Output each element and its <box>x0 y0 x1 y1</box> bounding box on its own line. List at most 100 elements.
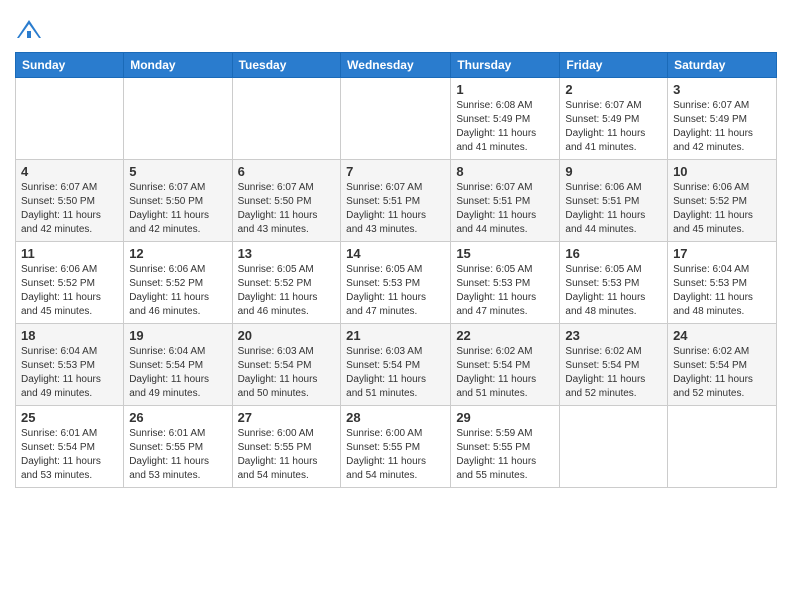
day-number: 10 <box>673 164 771 179</box>
calendar-cell <box>341 78 451 160</box>
calendar-day-header: Friday <box>560 53 668 78</box>
calendar-cell: 19 Sunrise: 6:04 AM Sunset: 5:54 PM Dayli… <box>124 324 232 406</box>
day-number: 15 <box>456 246 554 261</box>
calendar-table: SundayMondayTuesdayWednesdayThursdayFrid… <box>15 52 777 488</box>
day-info: Sunrise: 6:06 AM Sunset: 5:52 PM Dayligh… <box>673 181 771 237</box>
calendar-cell: 2Sunrise: 6:07 AM Sunset: 5:49 PM Daylig… <box>560 78 668 160</box>
day-info: Sunrise: 6:00 AM Sunset: 5:55 PM Dayligh… <box>238 427 336 483</box>
day-number: 4 <box>21 164 118 179</box>
calendar-week-row: 11 Sunrise: 6:06 AM Sunset: 5:52 PM Dayli… <box>16 242 777 324</box>
calendar-cell <box>668 406 777 488</box>
day-info: Sunrise: 6:06 AM Sunset: 5:51 PM Dayligh… <box>565 181 662 237</box>
day-number: 3 <box>673 82 771 97</box>
calendar-cell: 6 Sunrise: 6:07 AM Sunset: 5:50 PM Daylig… <box>232 160 341 242</box>
day-number: 24 <box>673 328 771 343</box>
calendar-cell: 25 Sunrise: 6:01 AM Sunset: 5:54 PM Dayli… <box>16 406 124 488</box>
day-info: Sunrise: 6:05 AM Sunset: 5:53 PM Dayligh… <box>565 263 662 319</box>
calendar-cell: 5 Sunrise: 6:07 AM Sunset: 5:50 PM Daylig… <box>124 160 232 242</box>
day-number: 22 <box>456 328 554 343</box>
day-number: 8 <box>456 164 554 179</box>
calendar-cell: 15 Sunrise: 6:05 AM Sunset: 5:53 PM Dayli… <box>451 242 560 324</box>
day-info: Sunrise: 6:02 AM Sunset: 5:54 PM Dayligh… <box>456 345 554 401</box>
day-number: 11 <box>21 246 118 261</box>
calendar-cell: 4 Sunrise: 6:07 AM Sunset: 5:50 PM Daylig… <box>16 160 124 242</box>
day-number: 2 <box>565 82 662 97</box>
day-info: Sunrise: 6:01 AM Sunset: 5:55 PM Dayligh… <box>129 427 226 483</box>
day-info: Sunrise: 6:04 AM Sunset: 5:53 PM Dayligh… <box>21 345 118 401</box>
calendar-week-row: 4 Sunrise: 6:07 AM Sunset: 5:50 PM Daylig… <box>16 160 777 242</box>
logo-icon <box>15 18 43 46</box>
calendar-cell: 13 Sunrise: 6:05 AM Sunset: 5:52 PM Dayli… <box>232 242 341 324</box>
calendar-cell: 9 Sunrise: 6:06 AM Sunset: 5:51 PM Daylig… <box>560 160 668 242</box>
calendar-cell: 24 Sunrise: 6:02 AM Sunset: 5:54 PM Dayli… <box>668 324 777 406</box>
day-info: Sunrise: 5:59 AM Sunset: 5:55 PM Dayligh… <box>456 427 554 483</box>
day-number: 19 <box>129 328 226 343</box>
day-number: 16 <box>565 246 662 261</box>
calendar-cell: 27Sunrise: 6:00 AM Sunset: 5:55 PM Dayli… <box>232 406 341 488</box>
page-header <box>15 10 777 46</box>
day-info: Sunrise: 6:07 AM Sunset: 5:50 PM Dayligh… <box>129 181 226 237</box>
calendar-cell: 22 Sunrise: 6:02 AM Sunset: 5:54 PM Dayli… <box>451 324 560 406</box>
day-number: 26 <box>129 410 226 425</box>
day-info: Sunrise: 6:07 AM Sunset: 5:50 PM Dayligh… <box>21 181 118 237</box>
calendar-cell <box>16 78 124 160</box>
calendar-cell <box>560 406 668 488</box>
calendar-day-header: Saturday <box>668 53 777 78</box>
day-number: 9 <box>565 164 662 179</box>
calendar-day-header: Tuesday <box>232 53 341 78</box>
day-number: 25 <box>21 410 118 425</box>
calendar-day-header: Thursday <box>451 53 560 78</box>
calendar-day-header: Sunday <box>16 53 124 78</box>
day-info: Sunrise: 6:05 AM Sunset: 5:53 PM Dayligh… <box>346 263 445 319</box>
day-info: Sunrise: 6:04 AM Sunset: 5:53 PM Dayligh… <box>673 263 771 319</box>
day-info: Sunrise: 6:02 AM Sunset: 5:54 PM Dayligh… <box>565 345 662 401</box>
day-number: 23 <box>565 328 662 343</box>
calendar-cell: 12Sunrise: 6:06 AM Sunset: 5:52 PM Dayli… <box>124 242 232 324</box>
day-info: Sunrise: 6:02 AM Sunset: 5:54 PM Dayligh… <box>673 345 771 401</box>
calendar-cell: 10 Sunrise: 6:06 AM Sunset: 5:52 PM Dayli… <box>668 160 777 242</box>
day-info: Sunrise: 6:05 AM Sunset: 5:53 PM Dayligh… <box>456 263 554 319</box>
calendar-cell: 18 Sunrise: 6:04 AM Sunset: 5:53 PM Dayli… <box>16 324 124 406</box>
calendar-cell: 17 Sunrise: 6:04 AM Sunset: 5:53 PM Dayli… <box>668 242 777 324</box>
day-info: Sunrise: 6:05 AM Sunset: 5:52 PM Dayligh… <box>238 263 336 319</box>
day-info: Sunrise: 6:00 AM Sunset: 5:55 PM Dayligh… <box>346 427 445 483</box>
logo <box>15 18 47 46</box>
calendar-cell: 11 Sunrise: 6:06 AM Sunset: 5:52 PM Dayli… <box>16 242 124 324</box>
calendar-day-header: Monday <box>124 53 232 78</box>
day-info: Sunrise: 6:08 AM Sunset: 5:49 PM Dayligh… <box>456 99 554 155</box>
day-number: 12 <box>129 246 226 261</box>
calendar-cell: 14Sunrise: 6:05 AM Sunset: 5:53 PM Dayli… <box>341 242 451 324</box>
day-number: 29 <box>456 410 554 425</box>
day-number: 13 <box>238 246 336 261</box>
day-info: Sunrise: 6:01 AM Sunset: 5:54 PM Dayligh… <box>21 427 118 483</box>
day-info: Sunrise: 6:07 AM Sunset: 5:51 PM Dayligh… <box>456 181 554 237</box>
day-number: 18 <box>21 328 118 343</box>
day-number: 20 <box>238 328 336 343</box>
day-number: 6 <box>238 164 336 179</box>
calendar-cell: 29 Sunrise: 5:59 AM Sunset: 5:55 PM Dayli… <box>451 406 560 488</box>
calendar-cell: 1Sunrise: 6:08 AM Sunset: 5:49 PM Daylig… <box>451 78 560 160</box>
calendar-week-row: 1Sunrise: 6:08 AM Sunset: 5:49 PM Daylig… <box>16 78 777 160</box>
day-info: Sunrise: 6:04 AM Sunset: 5:54 PM Dayligh… <box>129 345 226 401</box>
day-info: Sunrise: 6:03 AM Sunset: 5:54 PM Dayligh… <box>238 345 336 401</box>
calendar-day-header: Wednesday <box>341 53 451 78</box>
calendar-cell: 20 Sunrise: 6:03 AM Sunset: 5:54 PM Dayli… <box>232 324 341 406</box>
day-info: Sunrise: 6:06 AM Sunset: 5:52 PM Dayligh… <box>21 263 118 319</box>
calendar-cell: 26 Sunrise: 6:01 AM Sunset: 5:55 PM Dayli… <box>124 406 232 488</box>
day-info: Sunrise: 6:07 AM Sunset: 5:50 PM Dayligh… <box>238 181 336 237</box>
calendar-cell <box>124 78 232 160</box>
calendar-cell: 16 Sunrise: 6:05 AM Sunset: 5:53 PM Dayli… <box>560 242 668 324</box>
day-number: 21 <box>346 328 445 343</box>
calendar-header-row: SundayMondayTuesdayWednesdayThursdayFrid… <box>16 53 777 78</box>
day-info: Sunrise: 6:07 AM Sunset: 5:51 PM Dayligh… <box>346 181 445 237</box>
calendar-week-row: 25 Sunrise: 6:01 AM Sunset: 5:54 PM Dayli… <box>16 406 777 488</box>
calendar-cell <box>232 78 341 160</box>
calendar-cell: 8 Sunrise: 6:07 AM Sunset: 5:51 PM Daylig… <box>451 160 560 242</box>
calendar-body: 1Sunrise: 6:08 AM Sunset: 5:49 PM Daylig… <box>16 78 777 488</box>
calendar-cell: 3Sunrise: 6:07 AM Sunset: 5:49 PM Daylig… <box>668 78 777 160</box>
calendar-cell: 28 Sunrise: 6:00 AM Sunset: 5:55 PM Dayli… <box>341 406 451 488</box>
day-number: 5 <box>129 164 226 179</box>
day-number: 28 <box>346 410 445 425</box>
day-number: 17 <box>673 246 771 261</box>
day-number: 7 <box>346 164 445 179</box>
